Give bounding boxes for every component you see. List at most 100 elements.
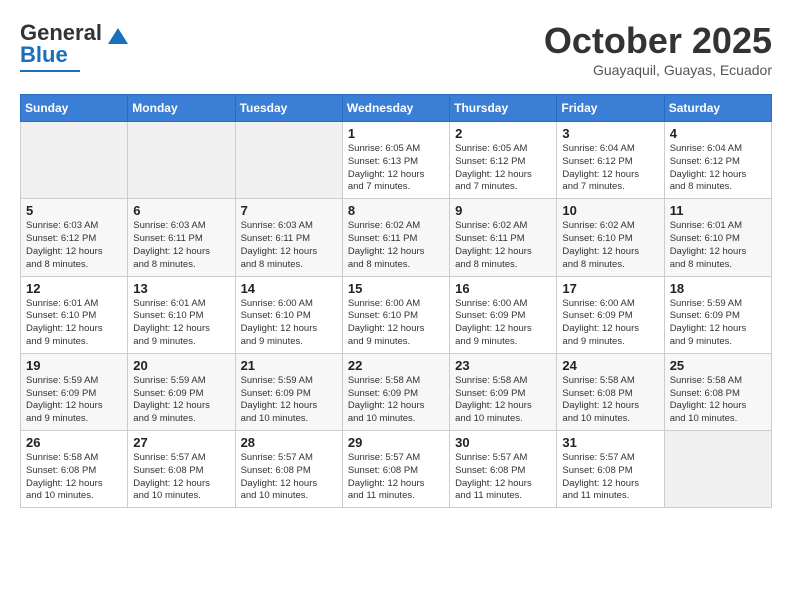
day-number: 6	[133, 203, 229, 218]
month-title: October 2025	[544, 20, 772, 62]
cell-text: Sunrise: 5:57 AM Sunset: 6:08 PM Dayligh…	[241, 452, 337, 503]
weekday-header-sunday: Sunday	[21, 95, 128, 122]
calendar-cell	[235, 122, 342, 199]
cell-text: Sunrise: 5:58 AM Sunset: 6:09 PM Dayligh…	[348, 375, 444, 426]
title-area: October 2025 Guayaquil, Guayas, Ecuador	[544, 20, 772, 78]
day-number: 28	[241, 435, 337, 450]
calendar-cell	[21, 122, 128, 199]
cell-text: Sunrise: 6:04 AM Sunset: 6:12 PM Dayligh…	[670, 143, 766, 194]
cell-text: Sunrise: 5:57 AM Sunset: 6:08 PM Dayligh…	[455, 452, 551, 503]
location-subtitle: Guayaquil, Guayas, Ecuador	[544, 62, 772, 78]
calendar-cell: 5Sunrise: 6:03 AM Sunset: 6:12 PM Daylig…	[21, 199, 128, 276]
calendar-cell: 23Sunrise: 5:58 AM Sunset: 6:09 PM Dayli…	[450, 353, 557, 430]
day-number: 17	[562, 281, 658, 296]
day-number: 11	[670, 203, 766, 218]
calendar-cell: 2 Sunrise: 6:05 AM Sunset: 6:12 PM Daylig…	[450, 122, 557, 199]
calendar-cell: 20Sunrise: 5:59 AM Sunset: 6:09 PM Dayli…	[128, 353, 235, 430]
day-number: 2	[455, 126, 551, 141]
cell-text: Sunrise: 5:57 AM Sunset: 6:08 PM Dayligh…	[348, 452, 444, 503]
day-number: 16	[455, 281, 551, 296]
weekday-header-monday: Monday	[128, 95, 235, 122]
weekday-header-saturday: Saturday	[664, 95, 771, 122]
day-number: 12	[26, 281, 122, 296]
calendar-cell: 14Sunrise: 6:00 AM Sunset: 6:10 PM Dayli…	[235, 276, 342, 353]
calendar-cell: 7 Sunrise: 6:03 AM Sunset: 6:11 PM Daylig…	[235, 199, 342, 276]
cell-text: Sunrise: 6:03 AM Sunset: 6:11 PM Dayligh…	[241, 220, 337, 271]
weekday-header-row: SundayMondayTuesdayWednesdayThursdayFrid…	[21, 95, 772, 122]
day-number: 8	[348, 203, 444, 218]
cell-text: Sunrise: 6:01 AM Sunset: 6:10 PM Dayligh…	[670, 220, 766, 271]
calendar-cell: 16 Sunrise: 6:00 AM Sunset: 6:09 PM Dayli…	[450, 276, 557, 353]
cell-text: Sunrise: 6:02 AM Sunset: 6:11 PM Dayligh…	[348, 220, 444, 271]
day-number: 18	[670, 281, 766, 296]
day-number: 10	[562, 203, 658, 218]
calendar-cell: 1Sunrise: 6:05 AM Sunset: 6:13 PM Daylig…	[342, 122, 449, 199]
cell-text: Sunrise: 6:03 AM Sunset: 6:11 PM Dayligh…	[133, 220, 229, 271]
cell-text: Sunrise: 5:57 AM Sunset: 6:08 PM Dayligh…	[133, 452, 229, 503]
day-number: 23	[455, 358, 551, 373]
calendar-cell: 9 Sunrise: 6:02 AM Sunset: 6:11 PM Daylig…	[450, 199, 557, 276]
day-number: 19	[26, 358, 122, 373]
cell-text: Sunrise: 6:00 AM Sunset: 6:10 PM Dayligh…	[241, 298, 337, 349]
cell-text: Sunrise: 6:02 AM Sunset: 6:10 PM Dayligh…	[562, 220, 658, 271]
calendar-cell: 21Sunrise: 5:59 AM Sunset: 6:09 PM Dayli…	[235, 353, 342, 430]
calendar-cell: 30 Sunrise: 5:57 AM Sunset: 6:08 PM Dayli…	[450, 431, 557, 508]
day-number: 24	[562, 358, 658, 373]
calendar-cell: 6 Sunrise: 6:03 AM Sunset: 6:11 PM Daylig…	[128, 199, 235, 276]
cell-text: Sunrise: 5:58 AM Sunset: 6:08 PM Dayligh…	[26, 452, 122, 503]
cell-text: Sunrise: 6:00 AM Sunset: 6:09 PM Dayligh…	[562, 298, 658, 349]
calendar-table: SundayMondayTuesdayWednesdayThursdayFrid…	[20, 94, 772, 508]
cell-text: Sunrise: 6:05 AM Sunset: 6:12 PM Dayligh…	[455, 143, 551, 194]
cell-text: Sunrise: 6:00 AM Sunset: 6:09 PM Dayligh…	[455, 298, 551, 349]
calendar-cell: 26 Sunrise: 5:58 AM Sunset: 6:08 PM Dayli…	[21, 431, 128, 508]
calendar-cell: 15 Sunrise: 6:00 AM Sunset: 6:10 PM Dayli…	[342, 276, 449, 353]
cell-text: Sunrise: 5:59 AM Sunset: 6:09 PM Dayligh…	[26, 375, 122, 426]
cell-text: Sunrise: 6:02 AM Sunset: 6:11 PM Dayligh…	[455, 220, 551, 271]
calendar-cell: 27Sunrise: 5:57 AM Sunset: 6:08 PM Dayli…	[128, 431, 235, 508]
calendar-cell: 31 Sunrise: 5:57 AM Sunset: 6:08 PM Dayli…	[557, 431, 664, 508]
week-row-1: 1Sunrise: 6:05 AM Sunset: 6:13 PM Daylig…	[21, 122, 772, 199]
calendar-cell: 8 Sunrise: 6:02 AM Sunset: 6:11 PM Daylig…	[342, 199, 449, 276]
day-number: 15	[348, 281, 444, 296]
cell-text: Sunrise: 5:57 AM Sunset: 6:08 PM Dayligh…	[562, 452, 658, 503]
cell-text: Sunrise: 5:59 AM Sunset: 6:09 PM Dayligh…	[670, 298, 766, 349]
calendar-cell: 19 Sunrise: 5:59 AM Sunset: 6:09 PM Dayli…	[21, 353, 128, 430]
cell-text: Sunrise: 5:58 AM Sunset: 6:08 PM Dayligh…	[562, 375, 658, 426]
calendar-cell: 28 Sunrise: 5:57 AM Sunset: 6:08 PM Dayli…	[235, 431, 342, 508]
logo-underline	[20, 70, 80, 72]
cell-text: Sunrise: 5:59 AM Sunset: 6:09 PM Dayligh…	[133, 375, 229, 426]
weekday-header-wednesday: Wednesday	[342, 95, 449, 122]
week-row-2: 5Sunrise: 6:03 AM Sunset: 6:12 PM Daylig…	[21, 199, 772, 276]
week-row-5: 26 Sunrise: 5:58 AM Sunset: 6:08 PM Dayli…	[21, 431, 772, 508]
day-number: 30	[455, 435, 551, 450]
calendar-cell	[128, 122, 235, 199]
cell-text: Sunrise: 6:03 AM Sunset: 6:12 PM Dayligh…	[26, 220, 122, 271]
cell-text: Sunrise: 6:01 AM Sunset: 6:10 PM Dayligh…	[26, 298, 122, 349]
day-number: 31	[562, 435, 658, 450]
cell-text: Sunrise: 5:58 AM Sunset: 6:08 PM Dayligh…	[670, 375, 766, 426]
calendar-cell: 25 Sunrise: 5:58 AM Sunset: 6:08 PM Dayli…	[664, 353, 771, 430]
calendar-cell: 4 Sunrise: 6:04 AM Sunset: 6:12 PM Daylig…	[664, 122, 771, 199]
calendar-cell: 13 Sunrise: 6:01 AM Sunset: 6:10 PM Dayli…	[128, 276, 235, 353]
cell-text: Sunrise: 6:01 AM Sunset: 6:10 PM Dayligh…	[133, 298, 229, 349]
calendar-cell: 3Sunrise: 6:04 AM Sunset: 6:12 PM Daylig…	[557, 122, 664, 199]
day-number: 9	[455, 203, 551, 218]
logo: General Blue	[20, 20, 128, 72]
weekday-header-tuesday: Tuesday	[235, 95, 342, 122]
calendar-cell: 18 Sunrise: 5:59 AM Sunset: 6:09 PM Dayli…	[664, 276, 771, 353]
day-number: 26	[26, 435, 122, 450]
calendar-cell: 11 Sunrise: 6:01 AM Sunset: 6:10 PM Dayli…	[664, 199, 771, 276]
day-number: 13	[133, 281, 229, 296]
calendar-cell: 10 Sunrise: 6:02 AM Sunset: 6:10 PM Dayli…	[557, 199, 664, 276]
cell-text: Sunrise: 6:00 AM Sunset: 6:10 PM Dayligh…	[348, 298, 444, 349]
calendar-cell: 12 Sunrise: 6:01 AM Sunset: 6:10 PM Dayli…	[21, 276, 128, 353]
day-number: 22	[348, 358, 444, 373]
day-number: 25	[670, 358, 766, 373]
day-number: 21	[241, 358, 337, 373]
day-number: 4	[670, 126, 766, 141]
day-number: 1	[348, 126, 444, 141]
day-number: 29	[348, 435, 444, 450]
calendar-cell: 22 Sunrise: 5:58 AM Sunset: 6:09 PM Dayli…	[342, 353, 449, 430]
calendar-cell: 17 Sunrise: 6:00 AM Sunset: 6:09 PM Dayli…	[557, 276, 664, 353]
day-number: 7	[241, 203, 337, 218]
